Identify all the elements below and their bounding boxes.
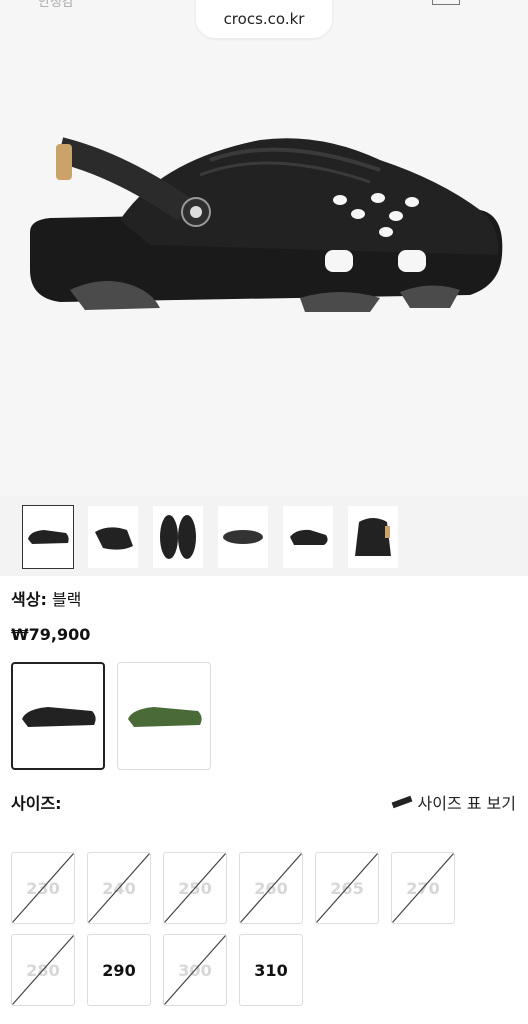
size-label: 사이즈: [11, 794, 62, 813]
swatch-black[interactable] [11, 662, 105, 770]
size-option-label: 310 [254, 960, 288, 980]
url-text: crocs.co.kr [223, 10, 305, 28]
unavailable-slash [316, 853, 378, 923]
top-left-text-fragment: 안정감 [38, 0, 74, 10]
thumbnail-3[interactable] [153, 506, 203, 568]
size-option-260: 260 [239, 852, 303, 924]
thumbnail-2[interactable] [88, 506, 138, 568]
unavailable-slash [12, 853, 74, 923]
size-option-265: 265 [315, 852, 379, 924]
unavailable-slash [164, 935, 226, 1005]
thumbnail-5[interactable] [283, 506, 333, 568]
menu-icon[interactable] [432, 0, 460, 5]
size-option-270: 270 [391, 852, 455, 924]
product-image-area: 안정감 crocs.co.kr [0, 0, 528, 496]
thumbnail-1[interactable] [22, 505, 74, 569]
color-label: 색상: [11, 590, 47, 609]
size-option-310[interactable]: 310 [239, 934, 303, 1006]
color-info: 색상: 블랙 [11, 586, 81, 610]
size-option-250: 250 [163, 852, 227, 924]
size-option-290[interactable]: 290 [87, 934, 151, 1006]
size-option-300: 300 [163, 934, 227, 1006]
unavailable-slash [392, 853, 454, 923]
size-option-240: 240 [87, 852, 151, 924]
size-guide-link[interactable]: 사이즈 표 보기 [391, 790, 517, 814]
swatch-army-green[interactable] [117, 662, 211, 770]
unavailable-slash [164, 853, 226, 923]
size-guide-text: 사이즈 표 보기 [417, 794, 517, 813]
size-option-label: 290 [102, 960, 136, 980]
unavailable-slash [88, 853, 150, 923]
unavailable-slash [240, 853, 302, 923]
size-option-280: 280 [11, 934, 75, 1006]
color-value: 블랙 [51, 590, 82, 609]
price: ₩79,900 [11, 625, 91, 644]
url-bar[interactable]: crocs.co.kr [196, 0, 332, 38]
main-product-image [30, 137, 503, 312]
ruler-icon [391, 795, 412, 809]
thumbnail-4[interactable] [218, 506, 268, 568]
unavailable-slash [12, 935, 74, 1005]
thumbnail-6[interactable] [348, 506, 398, 568]
size-option-230: 230 [11, 852, 75, 924]
thumbnail-strip [0, 496, 528, 576]
